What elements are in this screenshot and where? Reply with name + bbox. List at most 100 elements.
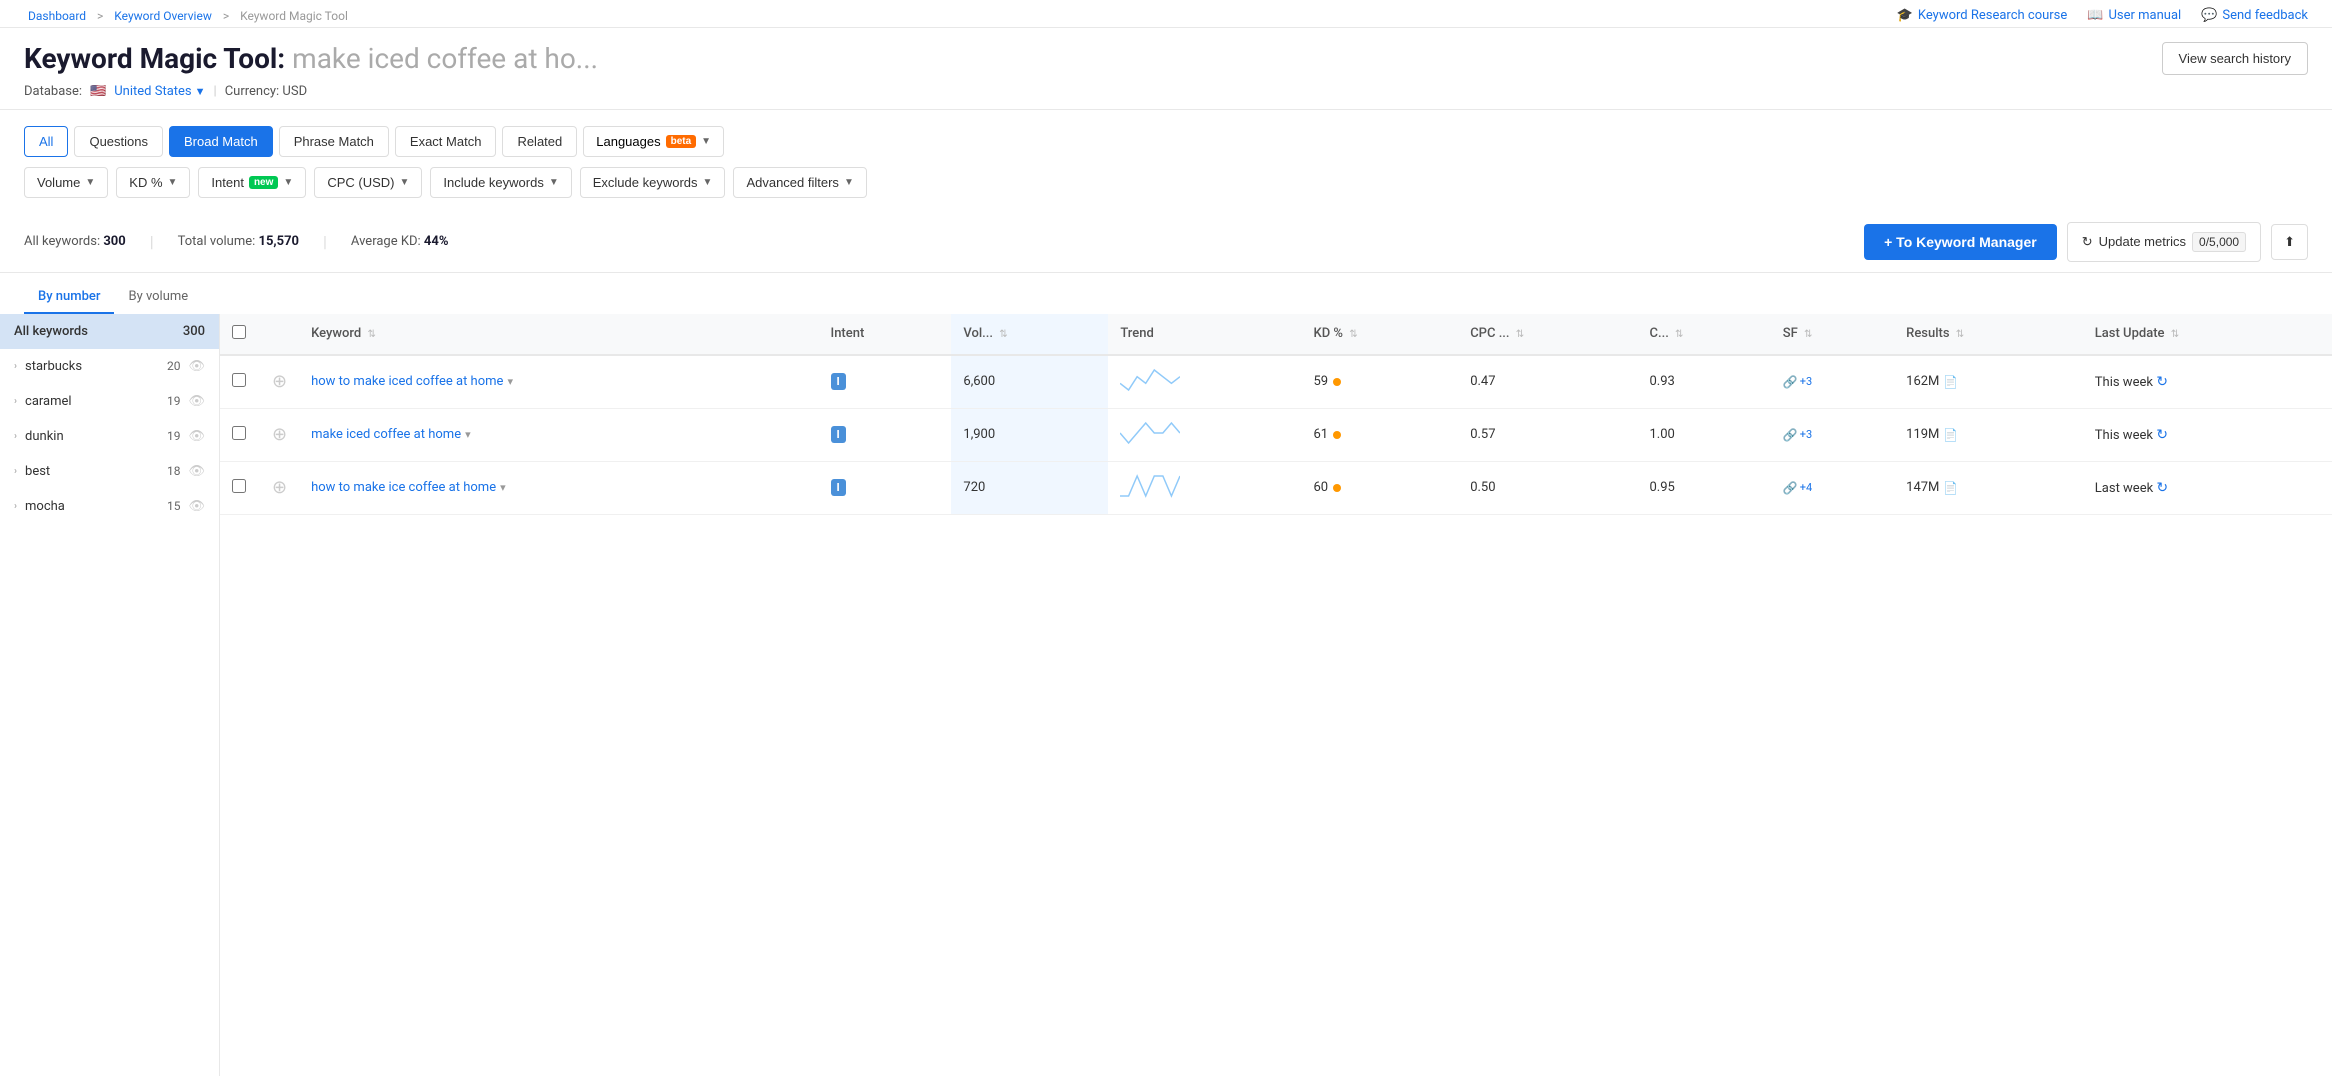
last-update-sort-icon: ⇅ [2171, 329, 2179, 340]
eye-icon-starbucks[interactable]: 👁 [188, 359, 205, 374]
add-to-list-button[interactable]: ⊕ [272, 372, 287, 390]
row-intent-cell: I [819, 408, 952, 461]
keyword-link[interactable]: make iced coffee at home [311, 427, 461, 442]
trend-sparkline [1120, 474, 1180, 498]
intent-badge: I [831, 373, 846, 390]
include-chevron-icon: ▼ [549, 177, 559, 188]
volume-chevron-icon: ▼ [85, 177, 95, 188]
row-add-cell: ⊕ [260, 408, 299, 461]
tab-phrase-match[interactable]: Phrase Match [279, 126, 389, 157]
results-sort-icon: ⇅ [1956, 329, 1964, 340]
volume-filter[interactable]: Volume ▼ [24, 167, 108, 198]
sf-sort-icon: ⇅ [1804, 329, 1812, 340]
exclude-keywords-filter[interactable]: Exclude keywords ▼ [580, 167, 726, 198]
view-history-button[interactable]: View search history [2162, 42, 2308, 75]
row-results-cell: 162M 📄 [1894, 355, 2083, 409]
th-keyword[interactable]: Keyword ⇅ [299, 314, 818, 355]
keyword-manager-button[interactable]: + To Keyword Manager [1864, 224, 2057, 260]
sidebar-count-mocha: 15 [167, 499, 181, 513]
keyword-expand-icon[interactable]: ▾ [507, 375, 513, 388]
keyword-link[interactable]: how to make iced coffee at home [311, 374, 503, 389]
th-trend: Trend [1108, 314, 1301, 355]
sidebar-item-dunkin[interactable]: › dunkin 19 👁 [0, 419, 219, 454]
th-last-update[interactable]: Last Update ⇅ [2083, 314, 2332, 355]
refresh-row-icon[interactable]: ↻ [2156, 427, 2168, 443]
table-row: ⊕ make iced coffee at home ▾ I 1,900 61 … [220, 408, 2332, 461]
advanced-filters[interactable]: Advanced filters ▼ [733, 167, 866, 198]
intent-new-badge: new [249, 176, 278, 189]
document-icon: 📄 [1943, 375, 1958, 389]
sidebar-item-mocha[interactable]: › mocha 15 👁 [0, 489, 219, 524]
th-com[interactable]: C... ⇅ [1637, 314, 1770, 355]
row-sf-cell: 🔗 +4 [1771, 461, 1894, 514]
export-button[interactable]: ⬆ [2271, 224, 2308, 260]
eye-icon-caramel[interactable]: 👁 [188, 394, 205, 409]
trend-sparkline [1120, 368, 1180, 392]
row-volume-cell: 6,600 [951, 355, 1108, 409]
add-to-list-button[interactable]: ⊕ [272, 478, 287, 496]
th-kd[interactable]: KD % ⇅ [1302, 314, 1459, 355]
last-update-value: This week [2095, 428, 2153, 443]
languages-dropdown[interactable]: Languages beta ▼ [583, 126, 724, 157]
sidebar-chevron-best: › [14, 466, 17, 477]
header-section: Keyword Magic Tool: make iced coffee at … [0, 28, 2332, 110]
sidebar-chevron-mocha: › [14, 501, 17, 512]
user-manual-link[interactable]: 📖 User manual [2087, 8, 2181, 23]
chain-link-icon: 🔗 [1783, 428, 1798, 442]
kd-filter[interactable]: KD % ▼ [116, 167, 190, 198]
tab-all[interactable]: All [24, 126, 68, 157]
tab-questions[interactable]: Questions [74, 126, 163, 157]
breadcrumb-dashboard[interactable]: Dashboard [28, 9, 86, 23]
row-sf-cell: 🔗 +3 [1771, 355, 1894, 409]
sidebar-item-best[interactable]: › best 18 👁 [0, 454, 219, 489]
th-cpc[interactable]: CPC ... ⇅ [1458, 314, 1637, 355]
include-keywords-filter[interactable]: Include keywords ▼ [430, 167, 571, 198]
sidebar-count-starbucks: 20 [167, 359, 181, 373]
eye-icon-mocha[interactable]: 👁 [188, 499, 205, 514]
row-volume-cell: 720 [951, 461, 1108, 514]
feedback-icon: 💬 [2201, 8, 2217, 23]
tab-related[interactable]: Related [502, 126, 577, 157]
keyword-expand-icon[interactable]: ▾ [465, 428, 471, 441]
breadcrumb-keyword-overview[interactable]: Keyword Overview [114, 9, 212, 23]
keyword-expand-icon[interactable]: ▾ [500, 481, 506, 494]
last-update-value: Last week [2095, 481, 2153, 496]
tab-exact-match[interactable]: Exact Match [395, 126, 497, 157]
refresh-row-icon[interactable]: ↻ [2156, 480, 2168, 496]
currency-label: Currency: USD [225, 84, 307, 99]
th-volume[interactable]: Vol... ⇅ [951, 314, 1108, 355]
eye-icon-best[interactable]: 👁 [188, 464, 205, 479]
table-row: ⊕ how to make iced coffee at home ▾ I 6,… [220, 355, 2332, 409]
th-sf[interactable]: SF ⇅ [1771, 314, 1894, 355]
refresh-icon: ↻ [2082, 234, 2093, 250]
th-results[interactable]: Results ⇅ [1894, 314, 2083, 355]
refresh-row-icon[interactable]: ↻ [2156, 374, 2168, 390]
tab-broad-match[interactable]: Broad Match [169, 126, 273, 157]
sidebar-item-starbucks[interactable]: › starbucks 20 👁 [0, 349, 219, 384]
database-dropdown[interactable]: United States ▼ [114, 84, 205, 99]
select-all-checkbox[interactable] [232, 325, 246, 339]
sort-tab-by-number[interactable]: By number [24, 281, 114, 314]
sidebar-item-all-keywords[interactable]: All keywords 300 [0, 314, 219, 349]
intent-filter[interactable]: Intent new ▼ [198, 167, 306, 198]
cpc-filter[interactable]: CPC (USD) ▼ [314, 167, 422, 198]
sidebar: All keywords 300 › starbucks 20 👁 › cara… [0, 314, 220, 1076]
sidebar-item-caramel[interactable]: › caramel 19 👁 [0, 384, 219, 419]
row-trend-cell [1108, 408, 1301, 461]
row-checkbox[interactable] [232, 373, 246, 387]
update-metrics-button[interactable]: ↻ Update metrics 0/5,000 [2067, 222, 2261, 262]
chain-link-icon: 🔗 [1783, 481, 1798, 495]
course-icon: 🎓 [1897, 8, 1913, 23]
keyword-research-course-link[interactable]: 🎓 Keyword Research course [1897, 8, 2068, 23]
row-checkbox[interactable] [232, 426, 246, 440]
add-to-list-button[interactable]: ⊕ [272, 425, 287, 443]
keyword-link[interactable]: how to make ice coffee at home [311, 480, 496, 495]
row-last-update-cell: This week ↻ [2083, 355, 2332, 409]
row-checkbox-cell [220, 355, 260, 409]
all-keywords-count: 300 [183, 324, 205, 339]
send-feedback-link[interactable]: 💬 Send feedback [2201, 8, 2308, 23]
breadcrumb: Dashboard > Keyword Overview > Keyword M… [24, 9, 352, 23]
row-checkbox[interactable] [232, 479, 246, 493]
sort-tab-by-volume[interactable]: By volume [114, 281, 202, 314]
eye-icon-dunkin[interactable]: 👁 [188, 429, 205, 444]
